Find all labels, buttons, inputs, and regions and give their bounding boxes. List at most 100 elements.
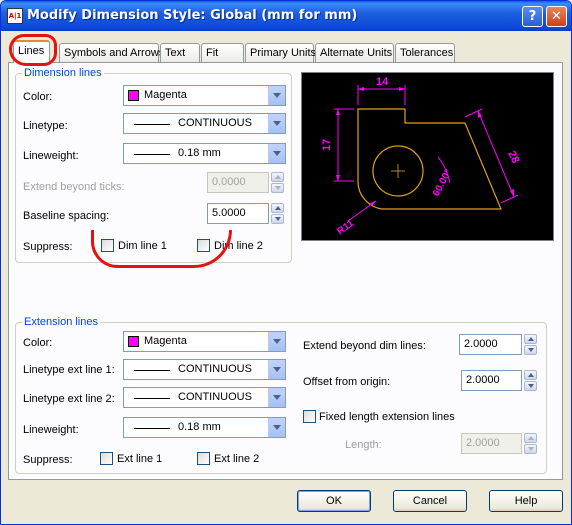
- ext-line-1-checkbox[interactable]: [100, 452, 113, 465]
- dim-color-value: Magenta: [144, 89, 187, 101]
- chevron-down-icon[interactable]: [268, 86, 285, 105]
- length-label: Length:: [345, 439, 382, 451]
- magenta-swatch: [128, 90, 139, 101]
- line-sample-icon: [134, 124, 170, 125]
- extend-beyond-ticks-value: 0.0000: [212, 176, 246, 188]
- line-sample-icon: [134, 428, 170, 429]
- length-input[interactable]: 2.0000: [461, 433, 522, 454]
- baseline-spacing-label: Baseline spacing:: [23, 210, 110, 222]
- baseline-spacing-value: 5.0000: [212, 207, 246, 219]
- ext-color-value: Magenta: [144, 335, 187, 347]
- spin-up-icon[interactable]: [524, 433, 537, 443]
- baseline-spacing-spinner[interactable]: [271, 203, 284, 224]
- chevron-down-icon[interactable]: [268, 144, 285, 163]
- ext-linetype1-label: Linetype ext line 1:: [23, 364, 115, 376]
- tab-symbols-and-arrows[interactable]: Symbols and Arrows: [59, 43, 164, 62]
- spin-down-icon[interactable]: [271, 183, 284, 193]
- dimension-lines-group-title: Dimension lines: [22, 67, 104, 79]
- extend-beyond-ticks-spinner[interactable]: [271, 172, 284, 193]
- dim-linetype-select[interactable]: CONTINUOUS: [123, 113, 286, 134]
- line-sample-icon: [134, 370, 170, 371]
- extend-beyond-dim-lines-value: 2.0000: [464, 338, 498, 350]
- ext-suppress-label: Suppress:: [23, 454, 73, 466]
- spin-down-icon[interactable]: [524, 345, 537, 355]
- help-title-button[interactable]: ?: [522, 6, 543, 27]
- chevron-down-icon[interactable]: [268, 114, 285, 133]
- baseline-spacing-input[interactable]: 5.0000: [207, 203, 269, 224]
- tab-fit[interactable]: Fit: [201, 43, 244, 62]
- ext-line-2-label[interactable]: Ext line 2: [214, 453, 259, 465]
- modify-dimension-style-dialog: A|1 Modify Dimension Style: Global (mm f…: [0, 0, 572, 525]
- close-button[interactable]: ✕: [546, 6, 567, 27]
- extension-lines-group-title: Extension lines: [22, 316, 100, 328]
- length-value: 2.0000: [466, 437, 500, 449]
- tab-primary-units[interactable]: Primary Units: [245, 43, 316, 62]
- chevron-down-icon[interactable]: [268, 388, 285, 407]
- preview-drawing: 14 17 28 60.00° R11: [321, 76, 521, 238]
- tab-alternate-units[interactable]: Alternate Units: [315, 43, 394, 62]
- spin-down-icon[interactable]: [524, 381, 537, 391]
- tab-tolerances[interactable]: Tolerances: [395, 43, 455, 62]
- dim-radius-text: R11: [335, 218, 356, 238]
- dim-right-text: 28: [505, 149, 521, 165]
- ext-line-1-label[interactable]: Ext line 1: [117, 453, 162, 465]
- ext-linetype2-label: Linetype ext line 2:: [23, 393, 115, 405]
- extend-beyond-ticks-label: Extend beyond ticks:: [23, 181, 125, 193]
- help-button[interactable]: Help: [489, 490, 563, 512]
- dim-line-1-checkbox[interactable]: [101, 239, 114, 252]
- ext-lineweight-select[interactable]: 0.18 mm: [123, 417, 286, 438]
- extend-beyond-dim-lines-label: Extend beyond dim lines:: [303, 340, 426, 352]
- ext-linetype1-select[interactable]: CONTINUOUS: [123, 359, 286, 380]
- autocad-app-icon: A|1: [7, 8, 23, 24]
- chevron-down-icon[interactable]: [268, 332, 285, 351]
- ext-linetype1-value: CONTINUOUS: [178, 363, 252, 375]
- dim-suppress-label: Suppress:: [23, 241, 73, 253]
- spin-down-icon[interactable]: [524, 444, 537, 454]
- line-sample-icon: [134, 154, 170, 155]
- spin-up-icon[interactable]: [271, 203, 284, 213]
- dim-linetype-value: CONTINUOUS: [178, 117, 252, 129]
- tab-text[interactable]: Text: [160, 43, 200, 62]
- line-sample-icon: [134, 398, 170, 399]
- ext-lineweight-label: Lineweight:: [23, 424, 79, 436]
- window-title: Modify Dimension Style: Global (mm for m…: [27, 8, 358, 23]
- cancel-button[interactable]: Cancel: [393, 490, 467, 512]
- extend-beyond-dim-lines-spinner[interactable]: [524, 334, 537, 355]
- dim-line-2-checkbox[interactable]: [197, 239, 210, 252]
- dim-angle-text: 60.00°: [431, 168, 454, 199]
- spin-up-icon[interactable]: [271, 172, 284, 182]
- ok-button[interactable]: OK: [297, 490, 371, 512]
- dim-color-select[interactable]: Magenta: [123, 85, 286, 106]
- ext-line-2-checkbox[interactable]: [197, 452, 210, 465]
- chevron-down-icon[interactable]: [268, 418, 285, 437]
- dim-lineweight-select[interactable]: 0.18 mm: [123, 143, 286, 164]
- ext-color-select[interactable]: Magenta: [123, 331, 286, 352]
- fixed-length-checkbox[interactable]: [303, 410, 316, 423]
- title-bar[interactable]: A|1 Modify Dimension Style: Global (mm f…: [1, 1, 571, 31]
- dim-top-text: 14: [376, 76, 389, 88]
- magenta-swatch: [128, 336, 139, 347]
- dim-left-text: 17: [321, 139, 333, 151]
- dim-lineweight-value: 0.18 mm: [178, 147, 221, 159]
- offset-from-origin-label: Offset from origin:: [303, 376, 391, 388]
- chevron-down-icon[interactable]: [268, 360, 285, 379]
- offset-from-origin-spinner[interactable]: [524, 370, 537, 391]
- dim-line-1-label[interactable]: Dim line 1: [118, 240, 167, 252]
- offset-from-origin-value: 2.0000: [466, 374, 500, 386]
- tab-lines[interactable]: Lines: [13, 40, 50, 63]
- dim-line-2-label[interactable]: Dim line 2: [214, 240, 263, 252]
- ext-linetype2-value: CONTINUOUS: [178, 391, 252, 403]
- ext-lineweight-value: 0.18 mm: [178, 421, 221, 433]
- spin-up-icon[interactable]: [524, 370, 537, 380]
- dim-color-label: Color:: [23, 91, 53, 103]
- dim-lineweight-label: Lineweight:: [23, 150, 79, 162]
- fixed-length-label[interactable]: Fixed length extension lines: [319, 411, 455, 423]
- offset-from-origin-input[interactable]: 2.0000: [461, 370, 522, 391]
- ext-color-label: Color:: [23, 337, 53, 349]
- spin-down-icon[interactable]: [271, 214, 284, 224]
- length-spinner[interactable]: [524, 433, 537, 454]
- ext-linetype2-select[interactable]: CONTINUOUS: [123, 387, 286, 408]
- extend-beyond-ticks-input[interactable]: 0.0000: [207, 172, 269, 193]
- extend-beyond-dim-lines-input[interactable]: 2.0000: [459, 334, 522, 355]
- spin-up-icon[interactable]: [524, 334, 537, 344]
